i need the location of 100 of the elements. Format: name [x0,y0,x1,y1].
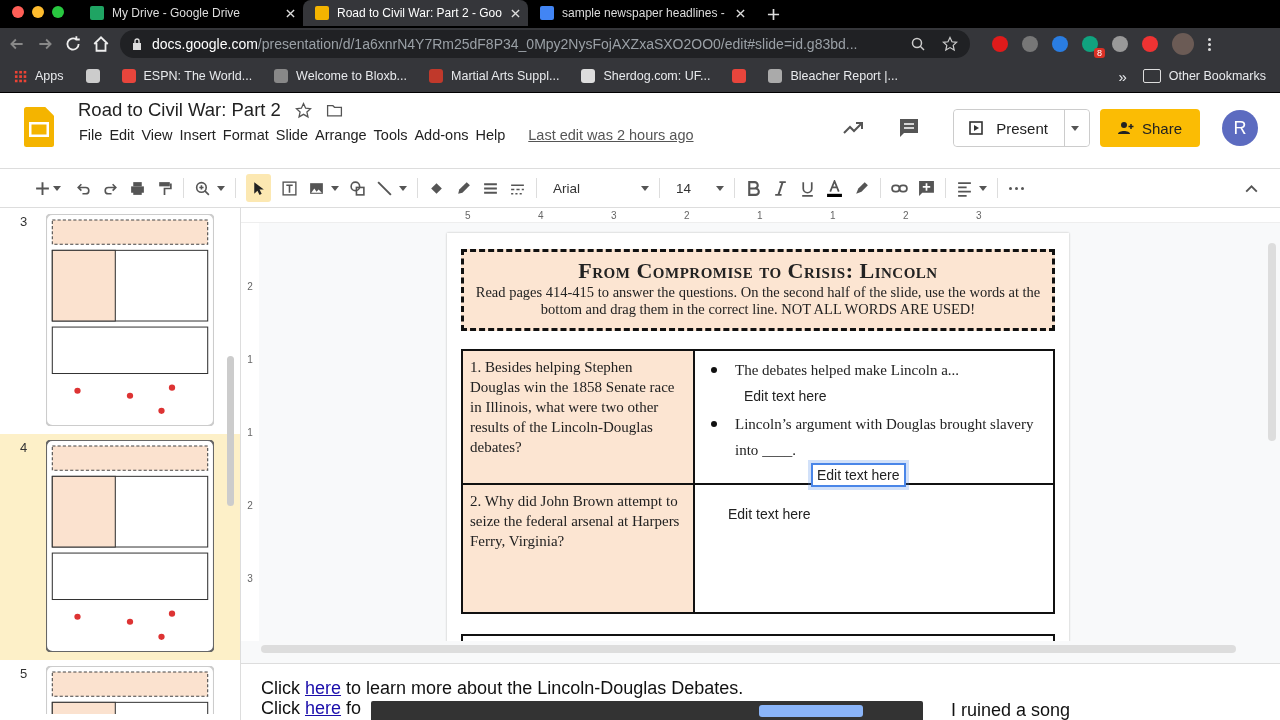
user-avatar[interactable]: R [1222,110,1258,146]
slide-title: From Compromise to Crisis: Lincoln [577,258,939,284]
folder-icon [1142,69,1161,83]
ruler-number: 1 [247,354,253,367]
scrollbar[interactable] [261,645,1236,653]
notes-text: I ruined a song [951,700,1071,720]
minimize-window-button[interactable] [32,6,44,18]
extension-icon[interactable] [1052,36,1068,52]
ruler-number: 2 [684,209,691,221]
home-icon[interactable] [92,35,110,53]
shape-icon[interactable] [349,179,366,197]
close-icon[interactable] [286,8,295,18]
ruler-number: 3 [611,209,618,221]
print-icon[interactable] [129,179,146,197]
bookmark[interactable]: Martial Arts Suppl... [429,69,560,83]
close-icon[interactable] [736,8,745,18]
bold-icon[interactable] [745,179,762,197]
bookmark-icon [274,69,289,83]
text-box[interactable]: Edit text here [739,385,832,407]
favicon-icon [90,6,104,20]
plus-icon [34,179,51,197]
present-icon [968,120,985,136]
ruler-number: 2 [903,209,910,221]
browser-tab[interactable]: Road to Civil War: Part 2 - Goo [303,0,528,26]
italic-icon[interactable] [772,179,789,197]
address-bar[interactable]: docs.google.com/presentation/d/1a6xnrN4Y7Rm25dF8P34_0Mpy2NysFojAXZxaSXO2OO0/edit#slide=id.g83bd... [120,30,970,58]
pencil-icon[interactable] [455,179,472,197]
ruler-number: 2 [247,281,253,294]
scrollbar[interactable] [227,356,234,506]
new-tab-icon[interactable] [767,8,780,21]
zoom-icon[interactable] [910,36,926,52]
bookmark-icon [429,69,444,83]
ruler-number: 3 [247,573,253,586]
maximize-window-button[interactable] [52,6,64,18]
extension-icon[interactable] [1082,36,1098,52]
star-icon[interactable] [294,101,312,119]
answer-blank: ____. [762,442,797,458]
apps-grid-icon [14,69,27,83]
link[interactable]: here [305,678,342,698]
lock-icon [132,38,142,50]
slide-number: 3 [20,214,29,231]
ruler-number: 4 [538,209,545,221]
bookmark[interactable] [732,69,747,83]
link[interactable]: here [305,698,342,718]
document-title[interactable]: Road to Civil War: Part 2 [78,99,281,121]
add-comment-icon[interactable] [918,179,935,197]
zoom-icon[interactable] [194,179,211,197]
close-icon[interactable] [511,8,520,18]
text-color-icon[interactable] [826,179,843,197]
align-icon[interactable] [956,179,973,197]
ruler-number: 5 [465,209,472,221]
scrollbar[interactable] [1268,243,1276,441]
ruler-number: 1 [247,427,253,440]
slide-number: 5 [20,666,29,683]
underline-icon[interactable] [799,179,816,197]
bookmark[interactable]: Other Bookmarks [1142,69,1266,83]
bookmark-icon [85,69,100,83]
instructions: Read pages 414-415 to answer the questions. On the second half of the slide, use the words at the bottom and drag them in the correct line. NOT ALL WORDS ARE USED! [474,284,1042,318]
menu-icon[interactable] [1208,37,1211,51]
ruler-number: 2 [247,500,253,513]
bookmark[interactable] [85,69,100,83]
share-button[interactable]: Share [1099,109,1200,147]
speaker-notes[interactable]: Click here to learn more about the Lincoln-Douglas Debates. Click here fo I ruined a song [241,663,1280,720]
text-box[interactable]: Edit text here [811,463,906,487]
paint-format-icon[interactable] [156,179,173,197]
text-box-icon[interactable] [281,179,298,197]
bookmark[interactable]: Welcome to Bloxb... [274,69,408,83]
question-text: 1. Besides helping Stephen Douglas win the 1858 Senate race in Illinois, what were two other results of the Lincoln-Douglas debates? [470,359,675,455]
notification-badge: 8 [1094,48,1105,58]
add-person-icon [1117,120,1134,136]
bookmark-icon [768,69,783,83]
more-bookmarks-button[interactable]: » [1118,67,1127,85]
select-tool-button[interactable] [246,174,271,202]
bullet-text: The debates helped make Lincoln a... [735,361,961,380]
last-edit-link[interactable]: Last edit was 2 hours ago [528,127,694,143]
close-window-button[interactable] [12,6,24,18]
slide-number: 4 [20,440,29,457]
bullet-text: Lincoln’s argument with Douglas brought slavery into ____. [735,415,1035,460]
font-dropdown[interactable]: Arial [547,180,649,196]
ruler-number: 1 [830,209,837,221]
extension-icon[interactable] [992,36,1008,52]
highlight-icon[interactable] [853,179,870,197]
bookmark[interactable]: Apps [14,69,64,83]
slide-thumbnail[interactable] [46,440,214,652]
ruler-number: 3 [976,209,983,221]
extension-icon[interactable] [1112,36,1128,52]
bookmark[interactable]: Bleacher Report |... [768,69,898,83]
extension-icon[interactable] [1142,36,1158,52]
reload-icon[interactable] [64,35,82,53]
favicon-icon [540,6,554,20]
font-size-dropdown[interactable]: 14 [670,180,724,196]
bookmark[interactable]: ESPN: The World... [121,69,253,83]
bookmark[interactable]: Sherdog.com: UF... [581,69,711,83]
notes-text: Click here to learn more about the Lincoln-Douglas Debates. [261,678,745,698]
text-box[interactable]: Edit text here [723,503,816,525]
question-text: 2. Why did John Brown attempt to seize the federal arsenal at Harpers Ferry, Virginia? [470,493,680,549]
present-button[interactable]: Present [954,110,1065,146]
line-icon[interactable] [376,179,393,197]
extension-icon[interactable] [1022,36,1038,52]
favicon-icon [315,6,329,20]
